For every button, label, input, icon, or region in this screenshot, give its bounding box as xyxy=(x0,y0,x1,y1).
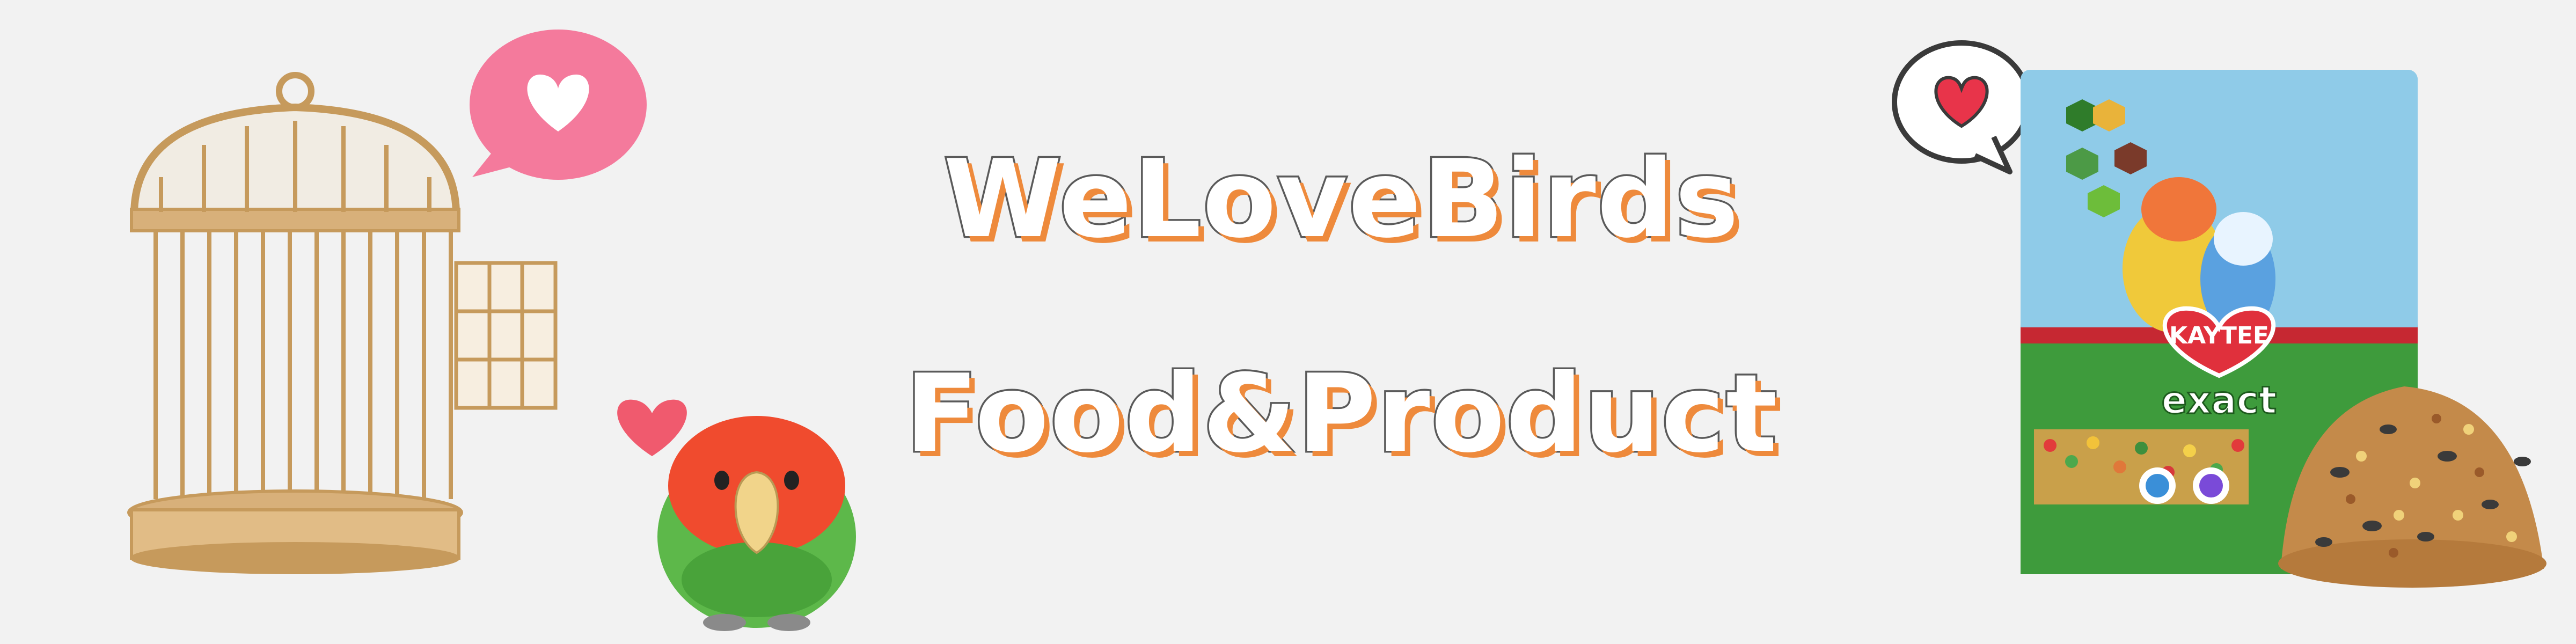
decorations-right: KAYTEE exact xyxy=(1892,40,2546,588)
bag-product: exact xyxy=(2162,378,2277,422)
banner: WeLoveBirds Food&Product KAYTEE exact xyxy=(0,0,2576,644)
bag-brand: KAYTEE xyxy=(2169,322,2269,349)
heart-outline-bubble-icon xyxy=(1892,40,2031,174)
